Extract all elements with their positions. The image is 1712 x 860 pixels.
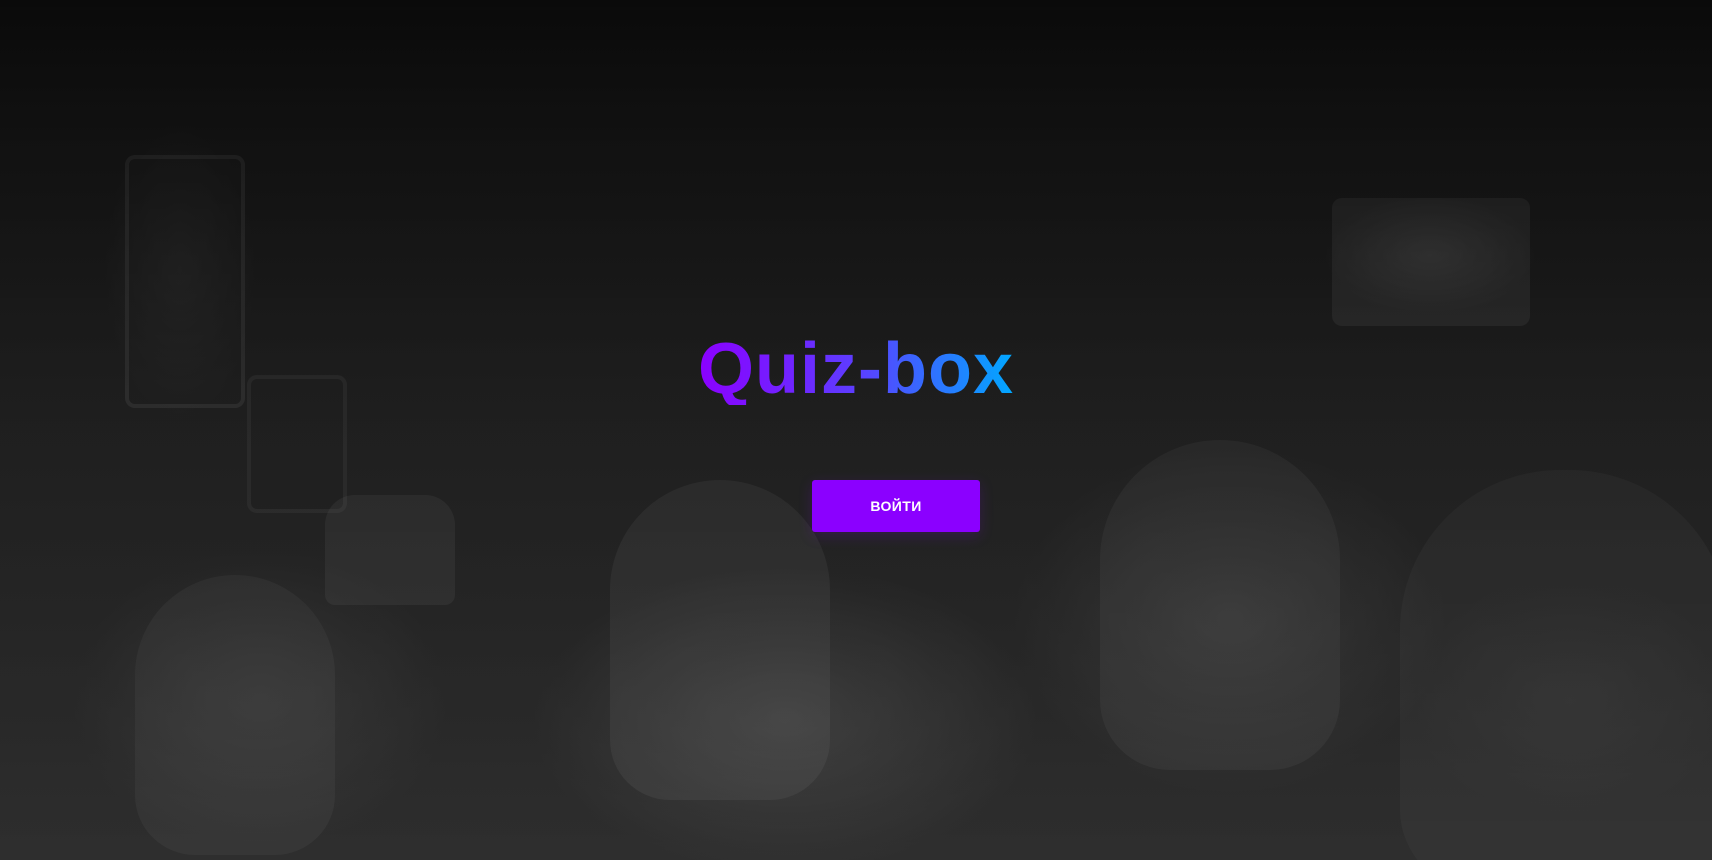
page-title: Quiz-box <box>698 329 1014 409</box>
login-button[interactable]: ВОЙТИ <box>812 480 980 532</box>
hero-content: Quiz-box ВОЙТИ <box>0 0 1712 860</box>
hero-section: Quiz-box ВОЙТИ <box>0 0 1712 860</box>
